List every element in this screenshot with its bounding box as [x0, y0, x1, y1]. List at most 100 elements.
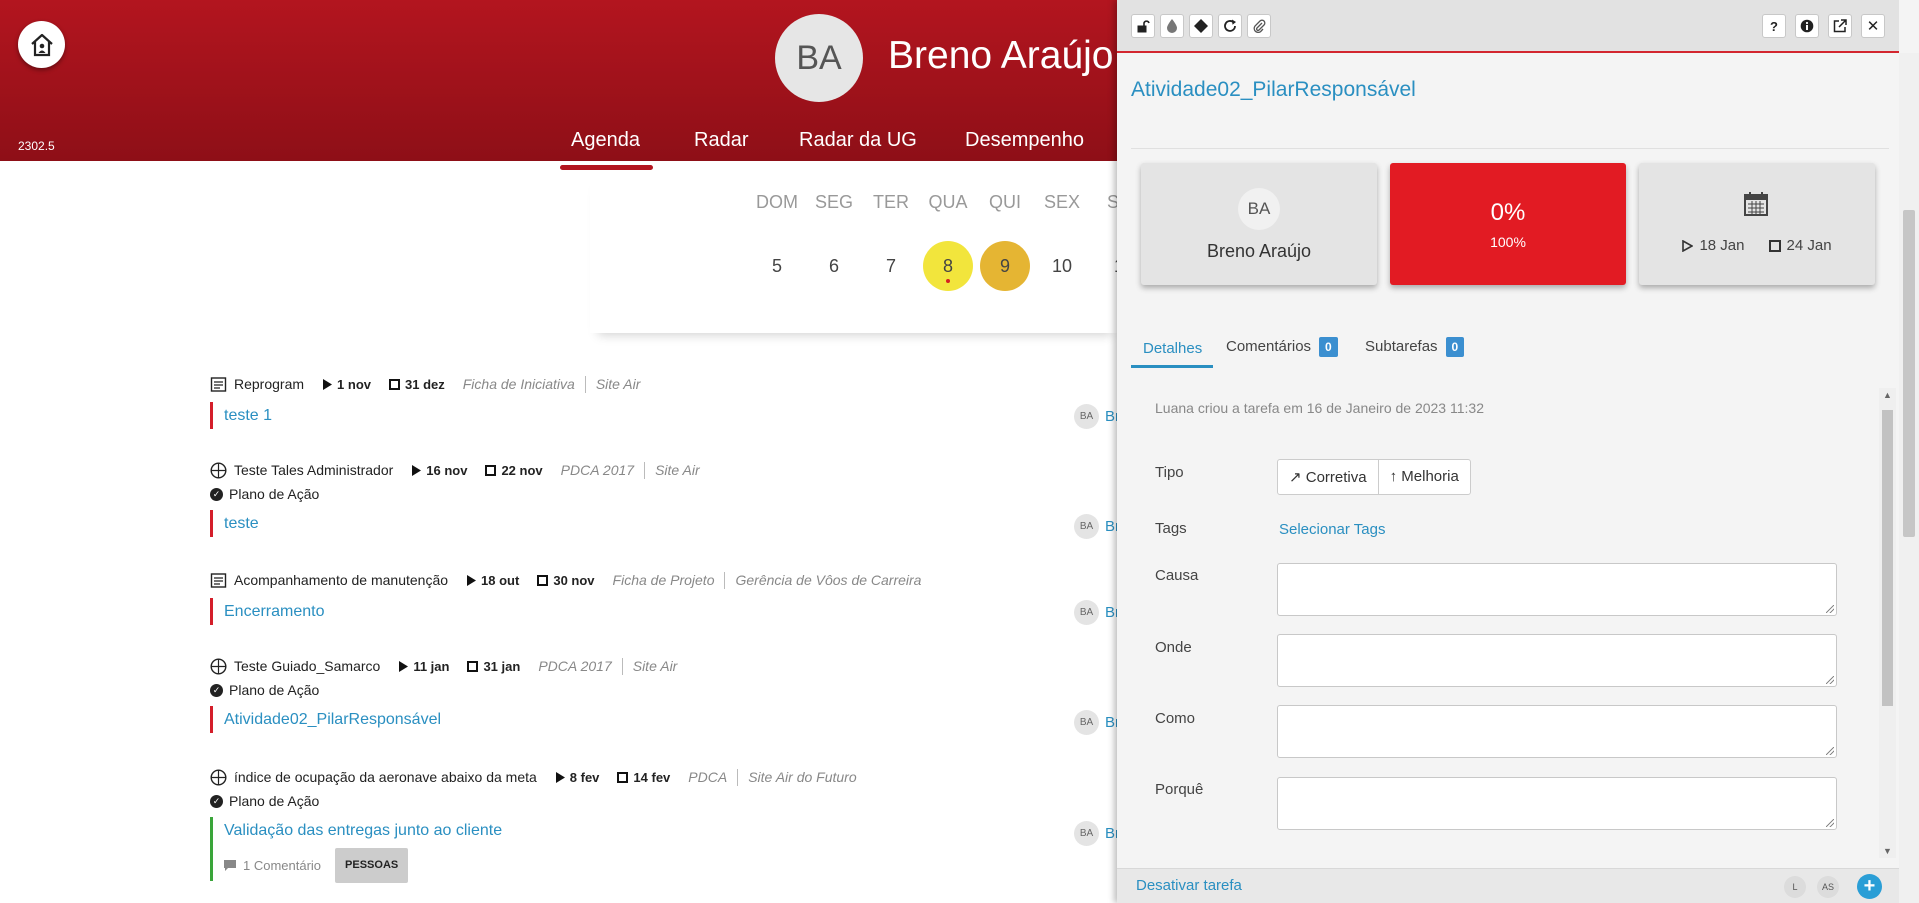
- day-name: QUI: [988, 192, 1021, 212]
- scrollbar-thumb[interactable]: [1903, 210, 1915, 537]
- tab-subtarefas[interactable]: Subtarefas 0: [1365, 337, 1465, 357]
- calendar-date[interactable]: 6: [809, 241, 859, 291]
- end-square-icon: [467, 660, 479, 672]
- resize-grip[interactable]: [1826, 747, 1834, 755]
- task-subtype: Plano de Ação: [229, 682, 320, 698]
- calendar-date-selected[interactable]: 9: [980, 241, 1030, 291]
- pessoas-badge[interactable]: PESSOAS: [335, 848, 409, 883]
- arrow-up-icon: ↑: [1389, 468, 1398, 485]
- responsible-card[interactable]: BA Breno Araújo: [1141, 163, 1377, 285]
- assignee[interactable]: BA Br: [1074, 821, 1120, 846]
- start-play-icon: [411, 464, 422, 476]
- task-link[interactable]: Atividade02_PilarResponsável: [210, 706, 1120, 733]
- user-avatar[interactable]: BA: [775, 14, 863, 102]
- causa-field[interactable]: [1277, 563, 1837, 616]
- onde-field[interactable]: [1277, 634, 1837, 687]
- progress-card[interactable]: 0% 100%: [1390, 163, 1626, 285]
- task-link[interactable]: teste 1: [210, 402, 1120, 429]
- task-end-date: 31 jan: [483, 658, 521, 674]
- divider: [724, 571, 726, 589]
- responsible-avatar: BA: [1238, 188, 1280, 230]
- resize-grip[interactable]: [1826, 605, 1834, 613]
- calendar-date[interactable]: 5: [752, 241, 802, 291]
- open-external-button[interactable]: [1828, 14, 1852, 38]
- task-meta-type: Ficha de Projeto: [612, 572, 715, 588]
- plus-icon: +: [1863, 875, 1876, 897]
- calendar-date-label: 8: [942, 255, 953, 276]
- attach-button[interactable]: [1247, 14, 1271, 38]
- divider: [584, 375, 586, 393]
- home-button[interactable]: [18, 21, 65, 68]
- start-play-icon: [466, 574, 477, 586]
- como-field[interactable]: [1277, 705, 1837, 758]
- nav-desempenho[interactable]: Desempenho: [965, 129, 1084, 152]
- drop-button[interactable]: [1160, 14, 1184, 38]
- created-info: Luana criou a tarefa em 16 de Janeiro de…: [1155, 400, 1484, 416]
- follower-avatar[interactable]: L: [1784, 876, 1806, 898]
- task-start-date: 1 nov: [337, 376, 371, 392]
- task-link[interactable]: Validação das entregas junto ao cliente: [224, 817, 1120, 844]
- card-start-date: 18 Jan: [1699, 237, 1745, 254]
- close-button[interactable]: ✕: [1861, 14, 1885, 38]
- nav-radar-ug[interactable]: Radar da UG: [799, 129, 917, 152]
- task-end-date: 14 fev: [633, 769, 671, 785]
- scroll-down-icon[interactable]: ▼: [1883, 846, 1892, 856]
- task-title: Acompanhamento de manutenção: [234, 572, 449, 588]
- assignee[interactable]: BA Br: [1074, 404, 1120, 429]
- unlock-button[interactable]: [1131, 14, 1155, 38]
- help-button[interactable]: ?: [1762, 14, 1786, 38]
- calendar-icon: [1743, 191, 1769, 222]
- porque-field[interactable]: [1277, 777, 1837, 830]
- tipo-melhoria-button[interactable]: ↑ Melhoria: [1377, 460, 1470, 494]
- resize-grip[interactable]: [1826, 819, 1834, 827]
- tab-comentarios[interactable]: Comentários 0: [1226, 337, 1338, 357]
- close-icon: ✕: [1866, 18, 1880, 35]
- calendar-date-today[interactable]: 8: [923, 241, 973, 291]
- details-scrollbar[interactable]: ▲ ▼: [1879, 388, 1896, 858]
- drop-icon: [1167, 19, 1177, 33]
- tab-detalhes[interactable]: Detalhes: [1143, 340, 1202, 357]
- diamond-button[interactable]: [1189, 14, 1213, 38]
- event-dot: [946, 279, 950, 283]
- assignee-avatar: BA: [1074, 821, 1099, 846]
- paperclip-icon: [1253, 19, 1266, 33]
- nav-radar[interactable]: Radar: [694, 129, 748, 152]
- task-link-block: Validação das entregas junto ao cliente …: [210, 817, 1120, 883]
- panel-scrollbar[interactable]: [1899, 53, 1919, 903]
- info-button[interactable]: [1795, 14, 1819, 38]
- panel-toolbar: ? ✕: [1117, 0, 1899, 53]
- unlock-icon: [1137, 20, 1150, 33]
- tab-count: 0: [1445, 337, 1465, 357]
- version-label: 2302.5: [18, 139, 55, 153]
- scroll-up-icon[interactable]: ▲: [1883, 390, 1892, 400]
- home-icon: [30, 33, 53, 56]
- follower-avatar[interactable]: AS: [1817, 876, 1839, 898]
- dates-card[interactable]: 18 Jan 24 Jan: [1639, 163, 1875, 285]
- add-follower-button[interactable]: +: [1857, 874, 1882, 899]
- task-end-date: 31 dez: [405, 376, 445, 392]
- calendar-date[interactable]: 7: [866, 241, 916, 291]
- external-link-icon: [1833, 19, 1847, 33]
- task-end-date: 30 nov: [553, 572, 595, 588]
- task-link[interactable]: Encerramento: [210, 598, 1120, 625]
- scrollbar-thumb[interactable]: [1882, 410, 1893, 706]
- select-tags-link[interactable]: Selecionar Tags: [1279, 521, 1385, 538]
- panel-footer: Desativar tarefa L AS +: [1117, 868, 1899, 903]
- calendar-date[interactable]: 10: [1037, 241, 1087, 291]
- progress-target: 100%: [1490, 234, 1526, 250]
- deactivate-task-link[interactable]: Desativar tarefa: [1136, 877, 1242, 894]
- globe-icon: [210, 657, 227, 675]
- comment-count[interactable]: 1 Comentário: [243, 852, 321, 879]
- progress-percent: 0%: [1490, 199, 1526, 226]
- assignee[interactable]: BA Br: [1074, 514, 1120, 539]
- resize-grip[interactable]: [1826, 676, 1834, 684]
- tipo-corretiva-button[interactable]: ↗ Corretiva: [1278, 460, 1378, 494]
- help-icon: ?: [1770, 18, 1778, 34]
- assignee[interactable]: BA Br: [1074, 600, 1120, 625]
- nav-agenda[interactable]: Agenda: [571, 129, 640, 152]
- assignee[interactable]: BA Br: [1074, 710, 1120, 735]
- task-link[interactable]: teste: [210, 510, 1120, 537]
- refresh-button[interactable]: [1218, 14, 1242, 38]
- check-icon: ✓: [210, 683, 223, 697]
- day-name: QUA: [928, 192, 968, 212]
